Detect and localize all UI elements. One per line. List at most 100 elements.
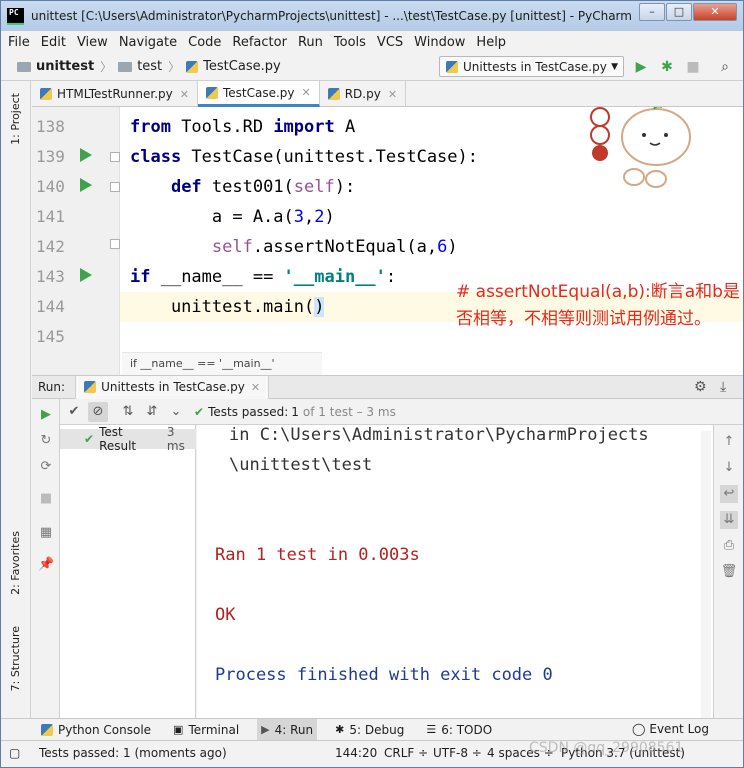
run-panel-header: Run: Unittests in TestCase.py ✕ ⚙ ⤓ — [32, 375, 743, 399]
console-line: Ran 1 test in 0.003s — [215, 545, 420, 565]
debug-icon[interactable]: ✱ — [659, 59, 675, 75]
run-configuration-select[interactable]: Unittests in TestCase.py ▼ — [439, 56, 624, 77]
pin-icon[interactable]: 📌 — [38, 557, 54, 573]
up-arrow-icon[interactable]: ↑ — [720, 433, 738, 451]
fold-icon[interactable] — [110, 239, 120, 249]
run-icon[interactable]: ▶ — [633, 59, 649, 75]
close-button[interactable]: ✕ — [693, 3, 737, 21]
scroll-to-end-icon[interactable]: ⇊ — [720, 511, 738, 529]
status-message[interactable]: Tests passed: 1 (moments ago) — [39, 746, 227, 760]
menu-window[interactable]: Window — [414, 35, 465, 50]
breadcrumb-folder[interactable]: test — [118, 59, 162, 74]
event-log-button[interactable]: ◯ Event Log — [632, 722, 709, 736]
console-output[interactable]: in C:\Users\Administrator\PycharmProject… — [197, 425, 713, 718]
show-passed-icon[interactable]: ✔ — [64, 402, 84, 422]
menu-navigate[interactable]: Navigate — [119, 35, 177, 50]
caret-position[interactable]: 144:20 — [335, 746, 377, 760]
run-gutter-icon[interactable] — [80, 178, 92, 192]
line-number: 139 — [36, 147, 65, 166]
file-encoding[interactable]: UTF-8 ÷ — [433, 746, 482, 760]
tab-run[interactable]: ▶ 4: Run — [257, 718, 318, 741]
todo-icon: ☰ — [426, 723, 437, 736]
tests-passed-summary: ✔ Tests passed: 1 of 1 test – 3 ms — [194, 404, 396, 419]
tab-python-console[interactable]: Python Console — [37, 719, 155, 741]
layout-icon[interactable]: ▦ — [38, 525, 54, 541]
python-test-icon — [84, 381, 97, 393]
tab-debug[interactable]: ✱ 5: Debug — [331, 719, 408, 741]
settings-gear-icon[interactable]: ⚙ — [694, 379, 707, 395]
expand-icon[interactable]: ⌄ — [166, 402, 186, 422]
run-label: Run: — [38, 380, 66, 394]
check-icon: ✔ — [194, 404, 205, 419]
structure-tool-button[interactable]: 7: Structure — [9, 626, 22, 691]
tab-rd[interactable]: RD.py ✕ — [320, 81, 407, 107]
rerun-icon[interactable]: ▶ — [38, 407, 54, 423]
close-tab-icon[interactable]: ✕ — [388, 88, 397, 101]
close-tab-icon[interactable]: ✕ — [180, 88, 189, 101]
console-scrollbar[interactable] — [701, 431, 711, 718]
window-title: unittest [C:\Users\Administrator\Pycharm… — [31, 9, 631, 23]
print-icon[interactable]: ⎙ — [720, 537, 738, 555]
tab-todo[interactable]: ☰ 6: TODO — [422, 719, 496, 741]
stop-icon[interactable]: ■ — [38, 491, 54, 507]
annotation-comment: # assertNotEqual(a,b):断言a和b是否相等，不相等则测试用例… — [456, 282, 740, 329]
soft-wrap-icon[interactable]: ↩ — [720, 485, 738, 503]
trash-icon[interactable]: 🗑 — [720, 563, 738, 581]
rerun-failed-icon[interactable]: ↻ — [38, 433, 54, 449]
maximize-button[interactable]: □ — [666, 3, 692, 21]
minimize-button[interactable]: – — [639, 3, 665, 21]
line-number: 140 — [36, 177, 65, 196]
event-log-icon: ◯ — [631, 722, 646, 736]
close-tab-icon[interactable]: ✕ — [251, 381, 260, 394]
breadcrumb-project[interactable]: unittest — [17, 59, 94, 74]
sort-by-duration-icon[interactable]: ⇵ — [142, 402, 162, 422]
console-line: Process finished with exit code 0 — [215, 665, 553, 685]
breadcrumb-file[interactable]: TestCase.py — [186, 59, 281, 74]
code-breadcrumb[interactable]: if __name__ == '__main__' — [122, 352, 322, 375]
check-icon: ✔ — [84, 432, 95, 446]
menu-help[interactable]: Help — [476, 35, 506, 50]
menu-bar: File Edit View Navigate Code Refactor Ru… — [1, 31, 743, 53]
navigation-bar: unittest 〉 test 〉 TestCase.py Unittests … — [1, 53, 743, 81]
menu-file[interactable]: File — [8, 35, 30, 50]
tab-htmltestrunner[interactable]: HTMLTestRunner.py ✕ — [32, 81, 198, 107]
menu-tools[interactable]: Tools — [334, 35, 366, 50]
sort-alphabetically-icon[interactable]: ⇅ — [118, 402, 138, 422]
menu-refactor[interactable]: Refactor — [232, 35, 287, 50]
code-editor[interactable]: 138 139 140 141 142 143 144 145 from Too… — [32, 107, 743, 375]
console-line: \unittest\test — [229, 455, 373, 475]
menu-code[interactable]: Code — [188, 35, 221, 50]
test-result-node[interactable]: ✔ Test Result 3 ms — [60, 425, 196, 453]
favorites-tool-button[interactable]: 2: Favorites — [9, 531, 22, 595]
breadcrumb-separator-icon: 〉 — [100, 60, 113, 74]
menu-vcs[interactable]: VCS — [377, 35, 403, 50]
stop-icon[interactable]: ■ — [685, 59, 701, 75]
show-ignored-icon[interactable]: ⊘ — [88, 401, 108, 422]
csdn-watermark: CSDN @qq_29908561 — [529, 740, 684, 756]
hide-panel-icon[interactable]: ⤓ — [720, 379, 726, 395]
run-tab[interactable]: Unittests in TestCase.py ✕ — [75, 375, 270, 399]
project-tool-button[interactable]: 1: Project — [9, 93, 22, 145]
search-icon[interactable]: ⌕ — [717, 59, 733, 75]
fold-icon[interactable] — [110, 152, 120, 162]
menu-view[interactable]: View — [77, 35, 108, 50]
python-test-icon — [446, 60, 458, 73]
status-layout-icon[interactable]: ▢ — [9, 746, 20, 760]
code-line-140: def test001(self): — [170, 177, 356, 197]
menu-run[interactable]: Run — [298, 35, 323, 50]
line-separator[interactable]: CRLF ÷ — [384, 746, 428, 760]
line-number: 142 — [36, 237, 65, 256]
fold-icon[interactable] — [110, 182, 120, 192]
run-gutter-icon[interactable] — [80, 148, 92, 162]
code-line-139: class TestCase(unittest.TestCase): — [130, 147, 478, 167]
tab-testcase[interactable]: TestCase.py ✕ — [197, 81, 320, 107]
down-arrow-icon[interactable]: ↓ — [720, 459, 738, 477]
toggle-autotest-icon[interactable]: ⟳ — [38, 459, 54, 475]
line-number: 138 — [36, 117, 65, 136]
tab-terminal[interactable]: ▣ Terminal — [169, 719, 243, 741]
terminal-icon: ▣ — [173, 723, 184, 736]
close-tab-icon[interactable]: ✕ — [301, 86, 310, 99]
run-gutter-icon[interactable] — [80, 268, 92, 282]
menu-edit[interactable]: Edit — [41, 35, 66, 50]
mascot-sticker-icon — [590, 107, 691, 188]
